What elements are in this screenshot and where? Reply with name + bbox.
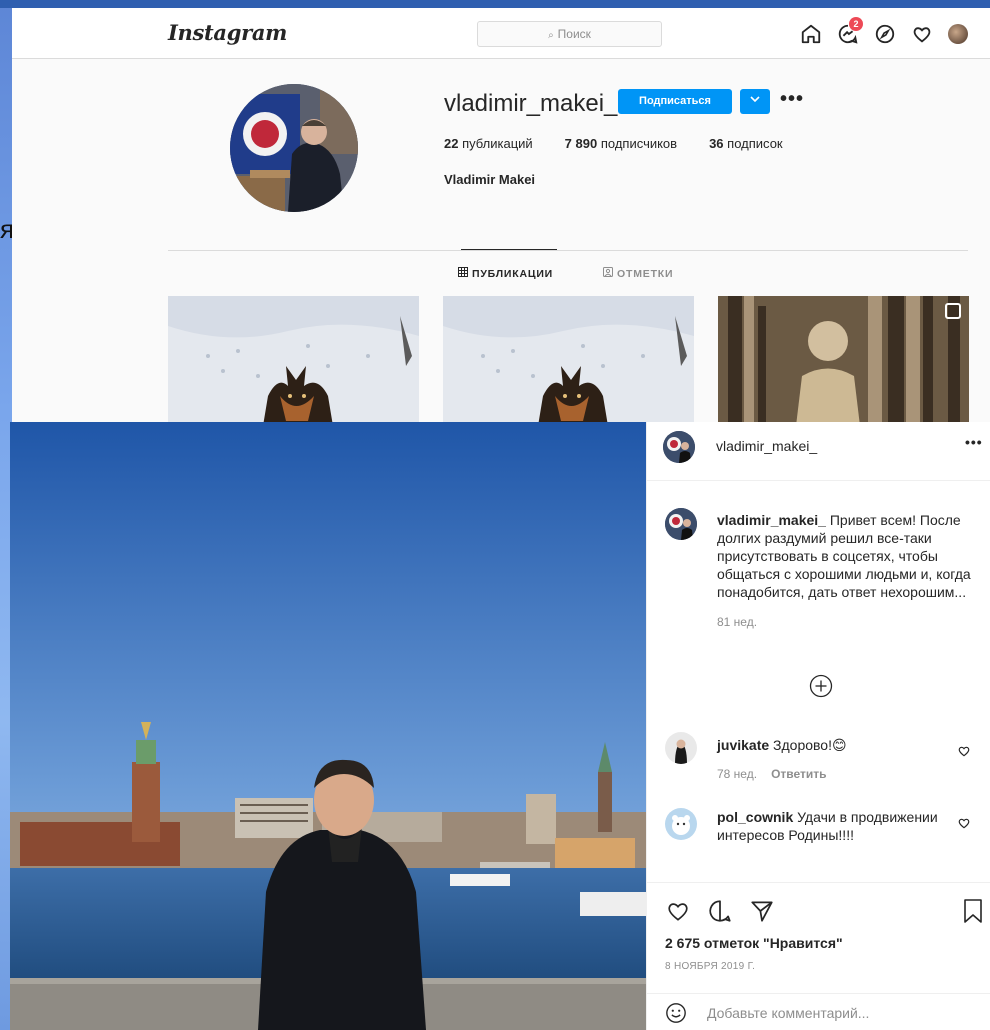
post-header: vladimir_makei_ ••• — [647, 422, 990, 481]
active-tab-indicator — [461, 249, 557, 250]
action-icons — [665, 898, 775, 929]
caption-author-avatar[interactable] — [665, 508, 697, 540]
like-heart-icon[interactable] — [665, 898, 691, 929]
tab-tagged[interactable]: ОТМЕТКИ — [603, 267, 673, 280]
user-avatar-icon[interactable] — [948, 24, 968, 44]
nav-icons: 2 — [800, 17, 968, 46]
profile-tabs: ПУБЛИКАЦИИ ОТМЕТКИ — [458, 267, 673, 280]
activation-watermark: Активация V — [862, 1000, 956, 1017]
post-sidebar: vladimir_makei_ ••• vladimir_makei_ Прив… — [646, 422, 990, 1030]
profile-avatar[interactable] — [230, 84, 358, 212]
load-more-comments-icon[interactable] — [809, 674, 833, 698]
home-icon[interactable] — [800, 23, 822, 45]
share-paper-plane-icon[interactable] — [749, 898, 775, 929]
tab-posts[interactable]: ПУБЛИКАЦИИ — [458, 267, 553, 280]
comment-item: juvikate Здорово!😊 78 нед. Ответить — [717, 736, 947, 783]
comment-emoji: 😊 — [831, 737, 847, 753]
comment-bubble-icon[interactable] — [707, 898, 733, 929]
follow-button[interactable]: Подписаться — [618, 89, 732, 114]
instagram-post-screenshot: vladimir_makei_ ••• vladimir_makei_ Прив… — [10, 422, 990, 1030]
commenter-avatar[interactable] — [665, 808, 697, 840]
profile-username: vladimir_makei_ — [444, 90, 618, 117]
post-options-button[interactable]: ••• — [965, 434, 983, 450]
chevron-down-icon — [750, 95, 760, 107]
comment-input[interactable]: Добавьте комментарий... — [707, 1005, 869, 1021]
comment-author[interactable]: pol_cownik — [717, 809, 793, 825]
caption-time[interactable]: 81 нед. — [717, 613, 973, 631]
emoji-smile-icon[interactable] — [665, 1002, 687, 1029]
comment-author[interactable]: juvikate — [717, 737, 769, 753]
instagram-profile-screenshot: Instagram ⌕ Поиск 2 vladimir_makei_ Подп… — [12, 8, 990, 422]
comment-time[interactable]: 78 нед. — [717, 767, 757, 781]
comment-text: Здорово! — [773, 737, 832, 753]
search-placeholder: Поиск — [557, 27, 591, 41]
post-author-username[interactable]: vladimir_makei_ — [716, 438, 817, 454]
tagged-icon — [603, 267, 614, 280]
search-icon: ⌕ — [548, 30, 554, 41]
posts-stat: 22 публикаций — [444, 136, 533, 151]
post-photo[interactable] — [10, 422, 646, 1030]
tabs-divider — [168, 250, 968, 251]
reply-button[interactable]: Ответить — [771, 767, 826, 781]
explore-compass-icon[interactable] — [874, 23, 896, 45]
commenter-avatar[interactable] — [665, 732, 697, 764]
grid-icon — [458, 267, 468, 280]
comment-item: pol_cownik Удачи в продвижении интересов… — [717, 808, 947, 844]
caption-author[interactable]: vladimir_makei_ — [717, 512, 826, 528]
followers-stat[interactable]: 7 890 подписчиков — [565, 136, 677, 151]
post-thumbnail[interactable] — [443, 296, 694, 422]
following-stat[interactable]: 36 подписок — [709, 136, 783, 151]
like-comment-heart-icon[interactable] — [957, 744, 971, 758]
save-bookmark-icon[interactable] — [961, 898, 985, 929]
likes-count[interactable]: 2 675 отметок "Нравится" — [665, 935, 843, 951]
notification-badge: 2 — [849, 17, 863, 31]
profile-options-button[interactable]: ••• — [780, 88, 804, 111]
top-navigation-bar: Instagram ⌕ Поиск 2 — [12, 8, 990, 59]
background-strip — [0, 0, 990, 8]
post-caption: vladimir_makei_ Привет всем! После долги… — [717, 511, 973, 631]
suggested-dropdown-button[interactable] — [740, 89, 770, 114]
profile-stats: 22 публикаций 7 890 подписчиков 36 подпи… — [444, 136, 815, 151]
post-thumbnail[interactable] — [168, 296, 419, 422]
instagram-logo[interactable]: Instagram — [168, 20, 287, 45]
post-date: 8 НОЯБРЯ 2019 Г. — [665, 961, 756, 972]
post-thumbnail[interactable] — [718, 296, 969, 422]
activity-heart-icon[interactable] — [911, 23, 933, 45]
like-comment-heart-icon[interactable] — [957, 816, 971, 830]
profile-full-name: Vladimir Makei — [444, 172, 536, 187]
post-author-avatar[interactable] — [663, 431, 695, 463]
direct-messages-icon[interactable]: 2 — [837, 17, 863, 45]
search-input[interactable]: ⌕ Поиск — [477, 21, 662, 47]
